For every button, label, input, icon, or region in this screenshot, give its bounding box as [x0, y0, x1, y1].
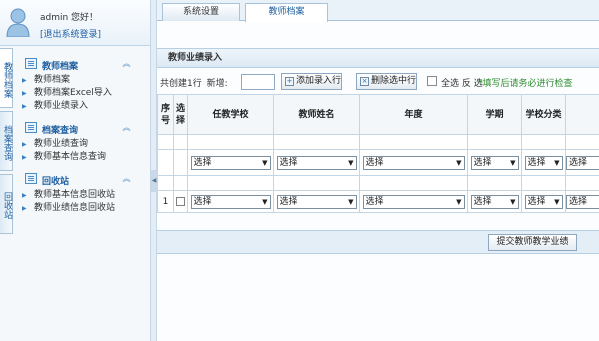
- main-area: 系统设置 教师档案 教师业绩录入 共创建1行 新增: + 添加录入行 × 删除选…: [157, 0, 599, 341]
- menu-group-recycle-bin: 回收站 ︽ 教师基本信息回收站 教师业绩信息回收站: [15, 171, 152, 215]
- menu-group-teacher-archive: 教师档案 ︽ 教师档案 教师档案Excel导入 教师业绩录入: [15, 56, 152, 113]
- batch-select-row: 选择 ▼ 选择 ▼ 选择 ▼ 选择 ▼ 选择 ▼ 选择: [157, 149, 599, 176]
- sidebar-item-performance-recycle[interactable]: 教师业绩信息回收站: [15, 202, 152, 215]
- table-spacer-row: [157, 134, 599, 150]
- teacher-name-select[interactable]: 选择 ▼: [276, 194, 357, 209]
- extra-select[interactable]: 选择: [566, 194, 599, 209]
- performance-table: 序号 选择 任教学校 教师姓名 年度 学期 学校分类 选择 ▼ 选择 ▼ 选择 ▼ 选…: [157, 94, 599, 213]
- menu-group-header[interactable]: 档案查询 ︽: [15, 120, 152, 136]
- sidebar-item-performance-query[interactable]: 教师业绩查询: [15, 138, 152, 151]
- document-icon: [25, 173, 37, 184]
- panel-title: 教师业绩录入: [157, 48, 599, 68]
- school-select[interactable]: 选择 ▼: [190, 155, 271, 170]
- table-header-row: 序号 选择 任教学校 教师姓名 年度 学期 学校分类: [157, 94, 599, 135]
- dropdown-arrow-icon: ▼: [456, 197, 462, 206]
- sidebar-item-performance-entry[interactable]: 教师业绩录入: [15, 100, 152, 113]
- user-avatar-icon: [6, 8, 30, 37]
- dropdown-arrow-icon: ▼: [554, 197, 560, 206]
- select-invert-label[interactable]: 全选 反 选: [441, 76, 483, 89]
- row-count-text: 共创建1行: [160, 79, 202, 89]
- menu-group-title: 教师档案: [42, 62, 79, 72]
- dropdown-arrow-icon: ▼: [262, 197, 268, 206]
- column-header-teacher-name: 教师姓名: [273, 94, 360, 135]
- school-category-select[interactable]: 选择 ▼: [524, 155, 563, 170]
- submit-performance-button[interactable]: 提交教师教学业绩: [488, 234, 577, 251]
- add-icon: +: [285, 77, 294, 86]
- vertical-tab-strip: 教师档案 档案查询 回收站: [0, 48, 13, 237]
- logout-link[interactable]: [退出系统登录]: [40, 27, 101, 40]
- collapse-chevron-icon[interactable]: ︽: [121, 173, 132, 184]
- add-row-button[interactable]: + 添加录入行: [281, 73, 343, 90]
- dropdown-arrow-icon: ▼: [348, 197, 354, 206]
- row-checkbox[interactable]: [176, 196, 185, 206]
- dropdown-arrow-icon: ▼: [348, 158, 354, 167]
- column-header-index: 序号: [157, 94, 174, 135]
- dropdown-arrow-icon: ▼: [554, 158, 560, 167]
- extra-select[interactable]: 选择: [566, 155, 599, 170]
- vtab-recycle-bin[interactable]: 回收站: [0, 174, 13, 234]
- teacher-name-select[interactable]: 选择 ▼: [276, 155, 357, 170]
- delete-row-label: 删除选中行: [371, 76, 417, 86]
- column-header-school-category: 学校分类: [521, 94, 566, 135]
- collapse-chevron-icon[interactable]: ︽: [121, 122, 132, 133]
- document-icon: [25, 122, 37, 133]
- column-header-year: 年度: [359, 94, 468, 135]
- row-info: 共创建1行 新增:: [160, 76, 228, 89]
- sidebar-item-excel-import[interactable]: 教师档案Excel导入: [15, 87, 152, 100]
- welcome-text: admin 您好！: [40, 13, 99, 23]
- dropdown-arrow-icon: ▼: [510, 158, 516, 167]
- tab-teacher-archive[interactable]: 教师档案: [245, 3, 328, 22]
- delete-row-button[interactable]: × 删除选中行: [356, 73, 418, 90]
- dropdown-arrow-icon: ▼: [262, 158, 268, 167]
- dropdown-arrow-icon: ▼: [456, 158, 462, 167]
- year-select[interactable]: 选择 ▼: [362, 194, 465, 209]
- top-tab-bar: 系统设置 教师档案: [157, 0, 599, 22]
- content-area: 教师业绩录入 共创建1行 新增: + 添加录入行 × 删除选中行 全选 反 选 …: [157, 22, 599, 341]
- toolbar: 共创建1行 新增: + 添加录入行 × 删除选中行 全选 反 选 *填写后请务必…: [157, 71, 599, 93]
- check-hint: *填写后请务必进行检查: [478, 79, 573, 89]
- sidebar-splitter[interactable]: ◀: [150, 0, 157, 341]
- left-sidebar: admin 您好！ [退出系统登录] 教师档案 档案查询 回收站 教师档案 ︽ …: [0, 0, 153, 341]
- new-label: 新增:: [206, 79, 228, 89]
- school-select[interactable]: 选择 ▼: [190, 194, 271, 209]
- collapse-chevron-icon[interactable]: ︽: [121, 58, 132, 69]
- school-category-select[interactable]: 选择 ▼: [524, 194, 563, 209]
- add-row-label: 添加录入行: [296, 76, 342, 86]
- row-index: 1: [157, 190, 174, 213]
- semester-select[interactable]: 选择 ▼: [470, 155, 519, 170]
- tab-system-settings[interactable]: 系统设置: [162, 3, 240, 21]
- vtab-teacher-archive[interactable]: 教师档案: [0, 48, 13, 108]
- year-select[interactable]: 选择 ▼: [362, 155, 465, 170]
- menu-group-archive-query: 档案查询 ︽ 教师业绩查询 教师基本信息查询: [15, 120, 152, 164]
- vtab-archive-query[interactable]: 档案查询: [0, 111, 13, 171]
- menu-group-header[interactable]: 回收站 ︽: [15, 171, 152, 187]
- document-icon: [25, 58, 37, 69]
- table-row: 1 选择 ▼ 选择 ▼ 选择 ▼ 选择 ▼ 选择 ▼ 选择: [157, 190, 599, 213]
- delete-icon: ×: [360, 77, 369, 86]
- dropdown-arrow-icon: ▼: [510, 197, 516, 206]
- new-row-count-input[interactable]: [241, 74, 275, 90]
- sidebar-menu: 教师档案 ︽ 教师档案 教师档案Excel导入 教师业绩录入 档案查询 ︽ 教师…: [15, 56, 152, 222]
- column-header-extra: [565, 94, 599, 135]
- semester-select[interactable]: 选择 ▼: [470, 194, 519, 209]
- column-header-select: 选择: [173, 94, 188, 135]
- sidebar-item-teacher-archive[interactable]: 教师档案: [15, 74, 152, 87]
- column-header-school: 任教学校: [187, 94, 274, 135]
- action-bar: 提交教师教学业绩: [157, 230, 599, 254]
- menu-group-title: 档案查询: [42, 126, 79, 136]
- menu-group-header[interactable]: 教师档案 ︽: [15, 56, 152, 72]
- sidebar-item-basic-info-recycle[interactable]: 教师基本信息回收站: [15, 189, 152, 202]
- table-spacer-row: [157, 175, 599, 191]
- user-info-panel: admin 您好！ [退出系统登录]: [0, 0, 152, 46]
- column-header-semester: 学期: [467, 94, 522, 135]
- menu-group-title: 回收站: [42, 177, 70, 187]
- select-all-checkbox[interactable]: [427, 76, 437, 86]
- sidebar-item-basic-info-query[interactable]: 教师基本信息查询: [15, 151, 152, 164]
